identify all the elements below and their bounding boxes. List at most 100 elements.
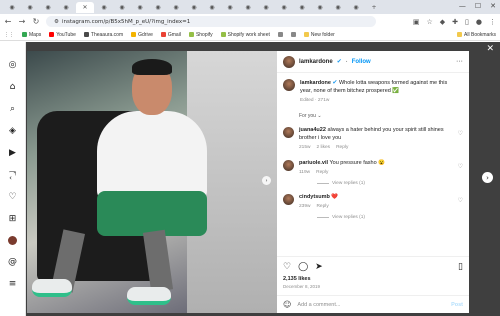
bookmark-new-folder[interactable]: New folder — [303, 32, 335, 38]
save-icon[interactable]: ▯ — [458, 262, 463, 272]
view-replies-button[interactable]: View replies (1) — [317, 181, 463, 186]
commenter-avatar[interactable] — [283, 126, 294, 138]
url-field[interactable]: ⚙ instagram.com/p/B5x5hM_p_eU/?img_index… — [46, 16, 376, 27]
bookmark-youtube[interactable]: YouTube — [49, 32, 76, 38]
sidepanel-icon[interactable]: ▯ — [465, 18, 469, 26]
browser-tab[interactable]: ◉ — [204, 2, 220, 13]
browser-tab[interactable]: ◉ — [240, 2, 256, 13]
reply-button[interactable]: Reply — [316, 170, 328, 177]
follow-button[interactable]: Follow — [352, 59, 371, 65]
browser-tab[interactable]: ◉ — [222, 2, 238, 13]
next-post-button[interactable]: › — [482, 172, 493, 183]
browser-tab[interactable]: ◉ — [40, 2, 56, 13]
browser-tab[interactable]: ◉ — [150, 2, 166, 13]
profile-avatar[interactable] — [8, 236, 17, 245]
bookmark-shopify[interactable]: Shopify — [188, 32, 213, 38]
reload-icon[interactable]: ↻ — [32, 17, 40, 26]
previous-post-button[interactable]: ‹ — [5, 172, 16, 183]
commenter-avatar[interactable] — [283, 193, 294, 205]
bookmark-unnamed[interactable] — [290, 32, 296, 37]
more-options-icon[interactable]: ··· — [456, 58, 463, 65]
search-icon[interactable]: ⌕ — [10, 104, 15, 114]
carousel-next-icon[interactable]: › — [262, 176, 271, 185]
browser-tab[interactable]: ◉ — [132, 2, 148, 13]
bookmark-icon — [290, 32, 296, 37]
star-icon[interactable]: ☆ — [426, 18, 432, 26]
threads-icon[interactable]: @ — [8, 257, 17, 267]
new-tab-button[interactable]: + — [366, 2, 382, 13]
author-username[interactable]: lamkardone — [299, 59, 333, 65]
browser-tab[interactable]: ◉ — [168, 2, 184, 13]
bookmark-theaaura[interactable]: Theaaura.com — [83, 32, 123, 38]
browser-tab[interactable]: ◉ — [276, 2, 292, 13]
bookmark-apps-icon[interactable]: ⋮⋮ — [4, 32, 14, 38]
bookmark-shopify-sheet[interactable]: Shopify work sheet — [220, 32, 270, 38]
like-icon[interactable]: ♡ — [283, 262, 291, 272]
browser-tab[interactable]: ◉ — [294, 2, 310, 13]
like-comment-icon[interactable]: ♡ — [458, 197, 463, 204]
browser-tab[interactable]: ◉ — [96, 2, 112, 13]
site-info-icon[interactable]: ⚙ — [54, 19, 59, 25]
browser-tab[interactable]: ◉ — [312, 2, 328, 13]
commenter-username[interactable]: pariuole.vil — [299, 160, 328, 166]
author-avatar[interactable] — [283, 55, 295, 68]
gdrive-icon — [131, 32, 137, 37]
forward-icon[interactable]: → — [18, 17, 26, 26]
author-avatar[interactable] — [283, 79, 295, 91]
menu-icon[interactable]: ⋮ — [489, 18, 496, 26]
like-comment-icon[interactable]: ♡ — [458, 163, 463, 170]
view-replies-button[interactable]: View replies (1) — [317, 215, 463, 220]
browser-tab[interactable]: ◉ — [330, 2, 346, 13]
close-icon[interactable]: ✕ — [490, 2, 496, 10]
commenter-username[interactable]: cindytsumb — [299, 194, 330, 200]
share-icon[interactable]: ➤ — [315, 262, 323, 272]
close-modal-icon[interactable]: ✕ — [486, 44, 494, 54]
comment-input[interactable]: Add a comment... — [297, 302, 340, 308]
browser-tab[interactable]: ◉ — [114, 2, 130, 13]
window-controls: — ☐ ✕ — [459, 2, 496, 10]
bookmark-unnamed[interactable] — [277, 32, 283, 37]
browser-tab-active[interactable]: ✕ — [76, 1, 94, 13]
caption: lamkardone ✔ Whole lotta weapons formed … — [283, 79, 463, 105]
minimize-icon[interactable]: — — [459, 2, 466, 10]
profile-icon[interactable]: ● — [476, 18, 482, 26]
back-icon[interactable]: ← — [4, 17, 12, 26]
emoji-icon[interactable]: ☺ — [283, 300, 291, 309]
create-icon[interactable]: ⊞ — [9, 214, 17, 224]
comment-icon[interactable]: ◯ — [298, 262, 308, 272]
reply-button[interactable]: Reply — [336, 145, 348, 152]
like-comment-icon[interactable]: ♡ — [458, 130, 463, 137]
browser-tab[interactable]: ◉ — [186, 2, 202, 13]
browser-tab[interactable]: ◉ — [4, 2, 20, 13]
puzzle-icon[interactable]: ✚ — [452, 18, 458, 26]
explore-icon[interactable]: ◈ — [9, 126, 16, 136]
post-comment-button[interactable]: Post — [451, 302, 463, 308]
comment-likes[interactable]: 2 likes — [316, 145, 330, 152]
commenter-avatar[interactable] — [283, 159, 294, 171]
bookmark-gdrive[interactable]: Gdrive — [131, 32, 153, 38]
home-icon[interactable]: ⌂ — [10, 82, 16, 92]
bookmark-gmail[interactable]: Gmail — [160, 32, 181, 38]
reply-button[interactable]: Reply — [316, 204, 328, 211]
bookmark-maps[interactable]: Maps — [22, 32, 41, 38]
browser-tab[interactable]: ◉ — [58, 2, 74, 13]
extension-icon[interactable]: ◆ — [440, 18, 445, 26]
more-menu-icon[interactable]: ≡ — [9, 279, 17, 289]
notifications-icon[interactable]: ♡ — [8, 192, 16, 202]
post-image[interactable]: › — [27, 51, 277, 313]
caption-username[interactable]: lamkardone — [300, 80, 331, 86]
commenter-username[interactable]: juana4u22 — [299, 127, 326, 133]
instagram-logo-icon[interactable]: ◎ — [9, 60, 17, 70]
browser-tab[interactable]: ◉ — [22, 2, 38, 13]
maps-icon — [22, 32, 27, 37]
browser-tab[interactable]: ◉ — [348, 2, 364, 13]
browser-tab[interactable]: ◉ — [258, 2, 274, 13]
browser-tab-bar: ◉ ◉ ◉ ◉ ✕ ◉ ◉ ◉ ◉ ◉ ◉ ◉ ◉ ◉ ◉ ◉ ◉ ◉ ◉ ◉ … — [0, 0, 500, 14]
maximize-icon[interactable]: ☐ — [475, 2, 481, 10]
comments-list: lamkardone ✔ Whole lotta weapons formed … — [277, 73, 469, 256]
gmail-icon — [160, 32, 166, 37]
all-bookmarks[interactable]: All Bookmarks — [457, 32, 496, 38]
for-you-filter[interactable]: For you ⌄ — [299, 113, 463, 119]
translate-icon[interactable]: ▣ — [413, 18, 420, 26]
reels-icon[interactable]: ▶ — [9, 148, 16, 158]
